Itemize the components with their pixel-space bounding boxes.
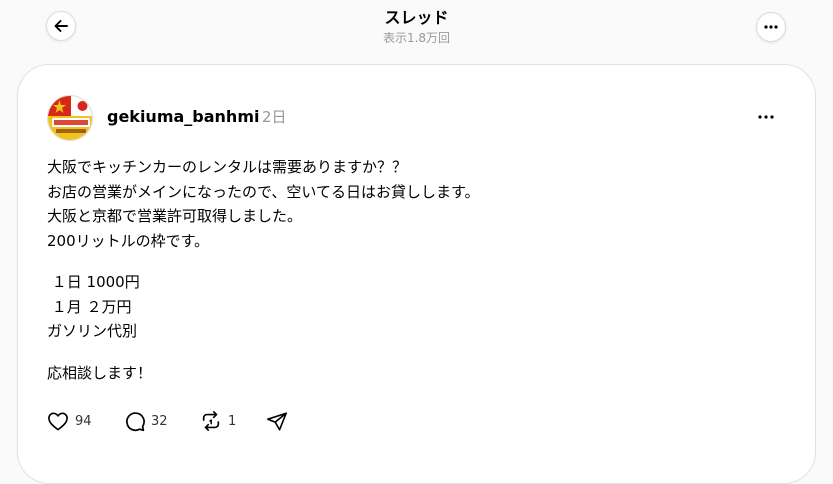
like-count: 94 (75, 413, 92, 429)
page-title: スレッド (384, 8, 449, 27)
like-button[interactable]: 94 (47, 409, 92, 433)
comment-icon (126, 411, 145, 431)
post-line: 大阪でキッチンカーのレンタルは需要ありますか？？ (47, 158, 408, 176)
more-horizontal-icon (758, 115, 774, 119)
username[interactable]: gekiuma_banhmi (107, 107, 259, 127)
more-options-button[interactable] (756, 12, 786, 42)
reply-count: 32 (151, 413, 168, 429)
repost-count: 1 (228, 413, 237, 429)
post-line: ガソリン代別 (47, 322, 138, 340)
post-line: 応相談します！ (47, 363, 153, 382)
more-horizontal-icon (764, 25, 778, 29)
post-card: gekiuma_banhmi 2日 大阪でキッチンカーのレンタルは需要ありますか… (17, 64, 816, 484)
post-more-button[interactable] (754, 107, 778, 127)
thread-header: スレッド 表示1.8万回 (0, 0, 833, 60)
post-line: お店の営業がメインになったので、空いてる日はお貸しします。 (47, 182, 480, 201)
avatar[interactable] (47, 95, 93, 141)
post-time[interactable]: 2日 (262, 107, 287, 127)
post-line: 大阪と京都で営業許可取得しました。 (47, 207, 303, 225)
heart-icon (48, 412, 68, 431)
post-line: １月 ２万円 (47, 297, 132, 316)
post-line: 200リットルの枠です。 (47, 231, 210, 250)
post-body: 大阪でキッチンカーのレンタルは需要ありますか？？ お店の営業がメインになったので… (47, 155, 479, 385)
view-count: 表示1.8万回 (382, 31, 451, 45)
post-line: １日 1000円 (47, 273, 140, 291)
repost-button[interactable]: 1 (200, 409, 236, 433)
avatar-logo-icon (48, 96, 92, 140)
send-icon (267, 411, 287, 431)
repost-icon (202, 411, 220, 431)
reply-button[interactable]: 32 (124, 409, 168, 433)
share-button[interactable] (266, 409, 288, 433)
title-block: スレッド 表示1.8万回 (0, 8, 833, 46)
